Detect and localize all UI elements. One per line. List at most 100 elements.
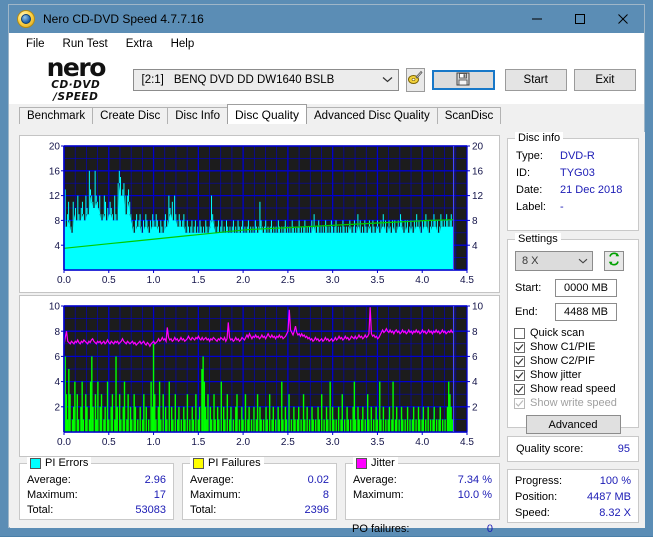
- svg-text:4: 4: [472, 377, 478, 388]
- settings-title: Settings: [515, 233, 561, 245]
- exit-button[interactable]: Exit: [573, 69, 637, 91]
- progress-value: 100 %: [599, 475, 631, 487]
- speed-label: Speed:: [515, 507, 550, 519]
- svg-text:4.5: 4.5: [460, 275, 474, 286]
- window-title: Nero CD-DVD Speed 4.7.7.16: [43, 12, 204, 26]
- tab-bar: Benchmark Create Disc Disc Info Disc Qua…: [19, 104, 644, 124]
- pi-errors-total-value: 53083: [135, 504, 166, 516]
- jitter-average-value: 7.34 %: [457, 474, 492, 486]
- disc-info-row-label: Label: -: [516, 199, 630, 216]
- jitter-average-label: Average:: [353, 474, 397, 486]
- tab-create-disc[interactable]: Create Disc: [92, 107, 169, 124]
- advanced-button[interactable]: Advanced: [525, 415, 621, 434]
- pi-failures-total-label: Total:: [190, 504, 217, 516]
- checkbox-show-c1-pie[interactable]: Show C1/PIE: [514, 341, 638, 353]
- checkbox-box: [514, 327, 525, 339]
- speed-select[interactable]: 8 X: [515, 251, 593, 271]
- tab-advanced-disc-quality[interactable]: Advanced Disc Quality: [306, 107, 438, 124]
- charts-pane: 4 4 8 8 12 12 16 16 20 20 0.0 0.5 1.0 1.5 2.0 2.5 3.0 3.5…: [19, 133, 500, 535]
- pi-failures-jitter-chart-svg: 2 2 4 4 6 6 8 8 10 10 0.0 0.5 1.0 1.5 2.0 2.5 3.0 3.5 4.0 4…: [20, 296, 499, 456]
- checkbox-show-read-speed[interactable]: Show read speed: [514, 383, 638, 395]
- disc-id-value: TYG03: [560, 167, 595, 179]
- menu-item-extra[interactable]: Extra: [117, 36, 162, 52]
- svg-text:4.5: 4.5: [460, 437, 474, 448]
- settings-group: Settings 8 X Start: 0000 MB End: 4488 MB…: [507, 233, 639, 434]
- chevron-down-icon[interactable]: [574, 257, 592, 266]
- checkbox-show-jitter[interactable]: Show jitter: [514, 369, 638, 381]
- pi-failures-jitter-chart[interactable]: 2 2 4 4 6 6 8 8 10 10 0.0 0.5 1.0 1.5 2.0 2.5 3.0 3.5 4.0 4…: [19, 295, 500, 457]
- quality-score-label: Quality score:: [516, 443, 584, 455]
- window-controls: [515, 5, 644, 33]
- pi-failures-stats-title-text: PI Failures: [208, 457, 261, 469]
- tab-scandisc[interactable]: ScanDisc: [436, 107, 502, 124]
- svg-text:1.5: 1.5: [191, 275, 205, 286]
- pi-errors-stats-title: PI Errors: [27, 457, 92, 469]
- svg-text:8: 8: [54, 216, 60, 227]
- tab-disc-quality[interactable]: Disc Quality: [227, 104, 308, 124]
- svg-text:1.0: 1.0: [147, 275, 161, 286]
- end-mb-input[interactable]: 4488 MB: [555, 303, 617, 321]
- jitter-stats-rows: Average: 7.34 % Maximum: 10.0 %: [346, 464, 499, 503]
- pi-failures-average-label: Average:: [190, 474, 234, 486]
- pi-errors-stats-title-text: PI Errors: [45, 457, 89, 469]
- checkbox-box: [514, 383, 525, 395]
- logo-subtitle-text: CD·DVD ∕SPEED: [51, 79, 101, 103]
- start-mb-input[interactable]: 0000 MB: [555, 279, 617, 297]
- jitter-color-swatch: [356, 457, 367, 469]
- svg-text:10: 10: [472, 302, 484, 313]
- nero-logo: nero CD·DVD ∕SPEED: [17, 55, 123, 103]
- disc-date-label: Date:: [516, 184, 543, 196]
- checkbox-quick-scan[interactable]: Quick scan: [514, 327, 638, 339]
- drive-selector-text: [2:1] BENQ DVD DD DW1640 BSLB: [134, 74, 378, 86]
- disc-type-value: DVD-R: [560, 150, 595, 162]
- disc-type-label: Type:: [516, 150, 543, 162]
- svg-text:16: 16: [49, 166, 61, 177]
- chevron-down-icon[interactable]: [378, 75, 398, 85]
- checkbox-box: [514, 355, 525, 367]
- jitter-stats-title: Jitter: [353, 457, 398, 469]
- disc-info-title: Disc info: [515, 132, 564, 144]
- svg-text:3.5: 3.5: [370, 437, 384, 448]
- tab-benchmark[interactable]: Benchmark: [19, 107, 94, 124]
- menu-item-run-test[interactable]: Run Test: [54, 36, 117, 52]
- progress-row: Progress: 100 %: [508, 473, 638, 489]
- tab-disc-info[interactable]: Disc Info: [167, 107, 228, 124]
- quality-score-value: 95: [617, 443, 630, 455]
- pi-errors-chart[interactable]: 4 4 8 8 12 12 16 16 20 20 0.0 0.5 1.0 1.5 2.0 2.5 3.0 3.5…: [19, 135, 500, 293]
- stat-row: Maximum: 8: [190, 488, 329, 503]
- svg-text:6: 6: [472, 352, 478, 363]
- speed-value: 8.32 X: [599, 507, 631, 519]
- drive-selector[interactable]: [2:1] BENQ DVD DD DW1640 BSLB: [132, 69, 399, 91]
- checkbox-box: [514, 341, 525, 353]
- svg-text:0.0: 0.0: [57, 275, 71, 286]
- start-button[interactable]: Start: [504, 69, 567, 91]
- pi-errors-average-value: 2.96: [144, 474, 166, 486]
- po-failures-label: PO failures:: [352, 523, 410, 535]
- svg-text:4.0: 4.0: [415, 437, 429, 448]
- svg-text:2: 2: [54, 402, 60, 413]
- svg-text:3.0: 3.0: [326, 275, 340, 286]
- minimize-icon[interactable]: [515, 5, 558, 33]
- checkbox-label: Show C1/PIE: [530, 341, 596, 353]
- disc-info-row-id: ID: TYG03: [516, 165, 630, 182]
- svg-text:8: 8: [472, 216, 478, 227]
- disc-info-row-type: Type: DVD-R: [516, 148, 630, 165]
- save-button[interactable]: [431, 70, 495, 90]
- position-value: 4487 MB: [586, 491, 631, 503]
- svg-text:3.5: 3.5: [370, 275, 384, 286]
- svg-text:0.5: 0.5: [102, 437, 116, 448]
- disc-tool-icon: [407, 70, 423, 91]
- checkbox-show-c2-pif[interactable]: Show C2/PIF: [514, 355, 638, 367]
- close-icon[interactable]: [601, 5, 644, 33]
- svg-text:4: 4: [54, 377, 60, 388]
- maximize-icon[interactable]: [558, 5, 601, 33]
- disc-tool-button[interactable]: [405, 68, 425, 92]
- disc-info-row-date: Date: 21 Dec 2018: [516, 182, 630, 199]
- pi-errors-average-label: Average:: [27, 474, 71, 486]
- jitter-stats: Jitter Average: 7.34 % Maximum: 10.0 % P…: [345, 457, 500, 535]
- refresh-button[interactable]: [604, 251, 624, 271]
- menu-item-help[interactable]: Help: [162, 36, 204, 52]
- quality-score-row: Quality score: 95: [508, 443, 638, 455]
- side-panel: Disc info Type: DVD-R ID: TYG03 Date: 21: [507, 132, 639, 523]
- menu-item-file[interactable]: File: [17, 36, 54, 52]
